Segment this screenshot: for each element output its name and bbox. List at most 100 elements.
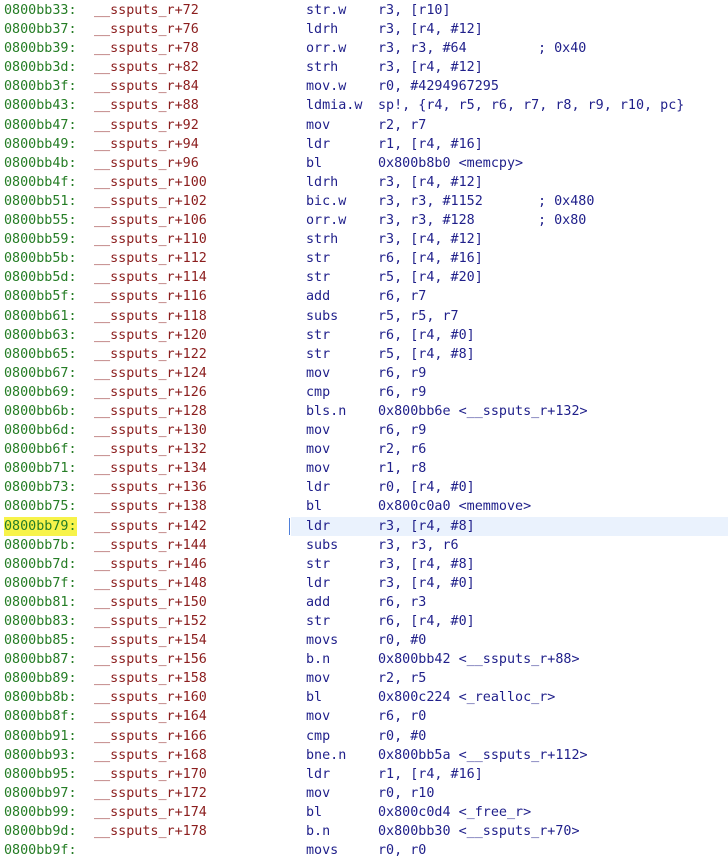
- instruction-row[interactable]: 0800bb93: __ssputs_r+168 bne.n 0x800bb5a <_…: [0, 746, 728, 765]
- instruction-address[interactable]: 0800bb39:: [4, 39, 77, 58]
- instruction-row[interactable]: 0800bb63: __ssputs_r+120 str r6, [r4, #0]: [0, 326, 728, 345]
- instruction-row[interactable]: 0800bb33: __ssputs_r+72 str.w r3, [r10]: [0, 1, 728, 20]
- instruction-address[interactable]: 0800bb7b:: [4, 536, 77, 555]
- instruction-address[interactable]: 0800bb87:: [4, 650, 77, 669]
- instruction-row[interactable]: 0800bb9d: __ssputs_r+178 b.n 0x800bb30 <__s…: [0, 822, 728, 841]
- instruction-row[interactable]: 0800bb49: __ssputs_r+94 ldr r1, [r4, #16]: [0, 135, 728, 154]
- instruction-row[interactable]: 0800bb83: __ssputs_r+152 str r6, [r4, #0]: [0, 612, 728, 631]
- current-instruction-row[interactable]: 0800bb79: __ssputs_r+142 ldr r3, [r4, #8]: [0, 516, 728, 536]
- instruction-row[interactable]: 0800bb85: __ssputs_r+154 movs r0, #0: [0, 631, 728, 650]
- instruction-operands: r6, [r4, #16]: [378, 251, 483, 267]
- instruction-row[interactable]: 0800bb43: __ssputs_r+88 ldmia.w sp!, {r4, r…: [0, 96, 728, 115]
- instruction-address[interactable]: 0800bb63:: [4, 326, 77, 345]
- instruction-address[interactable]: 0800bb33:: [4, 1, 77, 20]
- instruction-address[interactable]: 0800bb93:: [4, 746, 77, 765]
- instruction-address[interactable]: 0800bb3d:: [4, 58, 77, 77]
- instruction-address[interactable]: 0800bb4b:: [4, 154, 77, 173]
- instruction-address[interactable]: 0800bb49:: [4, 135, 77, 154]
- instruction-row[interactable]: 0800bb81: __ssputs_r+150 add r6, r3: [0, 593, 728, 612]
- instruction-row[interactable]: 0800bb3f: __ssputs_r+84 mov.w r0, #42949672…: [0, 77, 728, 96]
- instruction-operands: r0, #0: [378, 633, 427, 649]
- instruction-address[interactable]: 0800bb4f:: [4, 173, 77, 192]
- instruction-address[interactable]: 0800bb7d:: [4, 555, 77, 574]
- instruction-row[interactable]: 0800bb61: __ssputs_r+118 subs r5, r5, r7: [0, 307, 728, 326]
- instruction-row[interactable]: 0800bb5d: __ssputs_r+114 str r5, [r4, #20]: [0, 268, 728, 287]
- instruction-address[interactable]: 0800bb3f:: [4, 77, 77, 96]
- instruction-row[interactable]: 0800bb4b: __ssputs_r+96 bl 0x800b8b0 <memcp…: [0, 154, 728, 173]
- instruction-address[interactable]: 0800bb81:: [4, 593, 77, 612]
- instruction-address[interactable]: 0800bb99:: [4, 803, 77, 822]
- instruction-address[interactable]: 0800bb79:: [4, 516, 77, 536]
- instruction-row[interactable]: 0800bb6d: __ssputs_r+130 mov r6, r9: [0, 421, 728, 440]
- instruction-row[interactable]: 0800bb7b: __ssputs_r+144 subs r3, r3, r6: [0, 536, 728, 555]
- instruction-address[interactable]: 0800bb67:: [4, 364, 77, 383]
- instruction-row[interactable]: 0800bb51: __ssputs_r+102 bic.w r3, r3, #115…: [0, 192, 728, 211]
- instruction-row[interactable]: 0800bb5f: __ssputs_r+116 add r6, r7: [0, 287, 728, 306]
- instruction-row[interactable]: 0800bb87: __ssputs_r+156 b.n 0x800bb42 <__s…: [0, 650, 728, 669]
- instruction-address[interactable]: 0800bb9d:: [4, 822, 77, 841]
- instruction-address[interactable]: 0800bb6f:: [4, 440, 77, 459]
- instruction-address[interactable]: 0800bb7f:: [4, 574, 77, 593]
- instruction-row[interactable]: 0800bb8f: __ssputs_r+164 mov r6, r0: [0, 707, 728, 726]
- instruction-row[interactable]: 0800bb9f: movs r0, r0: [0, 841, 728, 860]
- instruction-address[interactable]: 0800bb5b:: [4, 249, 77, 268]
- instruction-row[interactable]: 0800bb65: __ssputs_r+122 str r5, [r4, #8]: [0, 345, 728, 364]
- instruction-address[interactable]: 0800bb9f:: [4, 841, 77, 860]
- instruction-row[interactable]: 0800bb73: __ssputs_r+136 ldr r0, [r4, #0]: [0, 478, 728, 497]
- instruction-address[interactable]: 0800bb61:: [4, 307, 77, 326]
- instruction-mnemonic: mov: [306, 709, 331, 725]
- instruction-row[interactable]: 0800bb75: __ssputs_r+138 bl 0x800c0a0 <memm…: [0, 497, 728, 516]
- instruction-address[interactable]: 0800bb73:: [4, 478, 77, 497]
- instruction-row[interactable]: 0800bb95: __ssputs_r+170 ldr r1, [r4, #16]: [0, 765, 728, 784]
- instruction-row[interactable]: 0800bb39: __ssputs_r+78 orr.w r3, r3, #64 ; …: [0, 39, 728, 58]
- instruction-address[interactable]: 0800bb95:: [4, 765, 77, 784]
- instruction-address[interactable]: 0800bb59:: [4, 230, 77, 249]
- instruction-mnemonic: mov: [306, 461, 331, 477]
- instruction-row[interactable]: 0800bb5b: __ssputs_r+112 str r6, [r4, #16]: [0, 249, 728, 268]
- instruction-row[interactable]: 0800bb97: __ssputs_r+172 mov r0, r10: [0, 784, 728, 803]
- instruction-address[interactable]: 0800bb75:: [4, 497, 77, 516]
- instruction-row[interactable]: 0800bb8b: __ssputs_r+160 bl 0x800c224 <_rea…: [0, 688, 728, 707]
- instruction-row[interactable]: 0800bb91: __ssputs_r+166 cmp r0, #0: [0, 727, 728, 746]
- disassembly-view[interactable]: 0800bb33: __ssputs_r+72 str.w r3, [r10] 0800…: [0, 0, 728, 860]
- instruction-row[interactable]: 0800bb37: __ssputs_r+76 ldrh r3, [r4, #12]: [0, 20, 728, 39]
- instruction-address[interactable]: 0800bb91:: [4, 727, 77, 746]
- instruction-row[interactable]: 0800bb89: __ssputs_r+158 mov r2, r5: [0, 669, 728, 688]
- instruction-row[interactable]: 0800bb71: __ssputs_r+134 mov r1, r8: [0, 459, 728, 478]
- instruction-address[interactable]: 0800bb71:: [4, 459, 77, 478]
- instruction-address[interactable]: 0800bb97:: [4, 784, 77, 803]
- instruction-address[interactable]: 0800bb51:: [4, 192, 77, 211]
- instruction-row[interactable]: 0800bb3d: __ssputs_r+82 strh r3, [r4, #12]: [0, 58, 728, 77]
- instruction-address[interactable]: 0800bb43:: [4, 96, 77, 115]
- symbol-offset: __ssputs_r+138: [94, 499, 207, 515]
- instruction-address[interactable]: 0800bb83:: [4, 612, 77, 631]
- instruction-address[interactable]: 0800bb85:: [4, 631, 77, 650]
- instruction-address[interactable]: 0800bb8b:: [4, 688, 77, 707]
- instruction-operands: r3, r3, #128: [378, 213, 475, 229]
- instruction-row[interactable]: 0800bb99: __ssputs_r+174 bl 0x800c0d4 <_fre…: [0, 803, 728, 822]
- instruction-row[interactable]: 0800bb47: __ssputs_r+92 mov r2, r7: [0, 116, 728, 135]
- instruction-address[interactable]: 0800bb65:: [4, 345, 77, 364]
- instruction-address[interactable]: 0800bb5f:: [4, 287, 77, 306]
- instruction-row[interactable]: 0800bb69: __ssputs_r+126 cmp r6, r9: [0, 383, 728, 402]
- instruction-address[interactable]: 0800bb6d:: [4, 421, 77, 440]
- instruction-row[interactable]: 0800bb7f: __ssputs_r+148 ldr r3, [r4, #0]: [0, 574, 728, 593]
- instruction-row[interactable]: 0800bb55: __ssputs_r+106 orr.w r3, r3, #128…: [0, 211, 728, 230]
- instruction-address[interactable]: 0800bb69:: [4, 383, 77, 402]
- instruction-address[interactable]: 0800bb47:: [4, 116, 77, 135]
- instruction-mnemonic: bic.w: [306, 193, 347, 209]
- instruction-address[interactable]: 0800bb8f:: [4, 707, 77, 726]
- instruction-operands: r1, [r4, #16]: [378, 136, 483, 152]
- instruction-address[interactable]: 0800bb89:: [4, 669, 77, 688]
- instruction-row[interactable]: 0800bb7d: __ssputs_r+146 str r3, [r4, #8]: [0, 555, 728, 574]
- instruction-address[interactable]: 0800bb55:: [4, 211, 77, 230]
- instruction-address[interactable]: 0800bb6b:: [4, 402, 77, 421]
- instruction-row[interactable]: 0800bb59: __ssputs_r+110 strh r3, [r4, #12]: [0, 230, 728, 249]
- symbol-offset: __ssputs_r+168: [94, 747, 207, 763]
- instruction-row[interactable]: 0800bb6b: __ssputs_r+128 bls.n 0x800bb6e <_…: [0, 402, 728, 421]
- instruction-row[interactable]: 0800bb4f: __ssputs_r+100 ldrh r3, [r4, #12]: [0, 173, 728, 192]
- instruction-row[interactable]: 0800bb67: __ssputs_r+124 mov r6, r9: [0, 364, 728, 383]
- instruction-address[interactable]: 0800bb37:: [4, 20, 77, 39]
- instruction-address[interactable]: 0800bb5d:: [4, 268, 77, 287]
- instruction-row[interactable]: 0800bb6f: __ssputs_r+132 mov r2, r6: [0, 440, 728, 459]
